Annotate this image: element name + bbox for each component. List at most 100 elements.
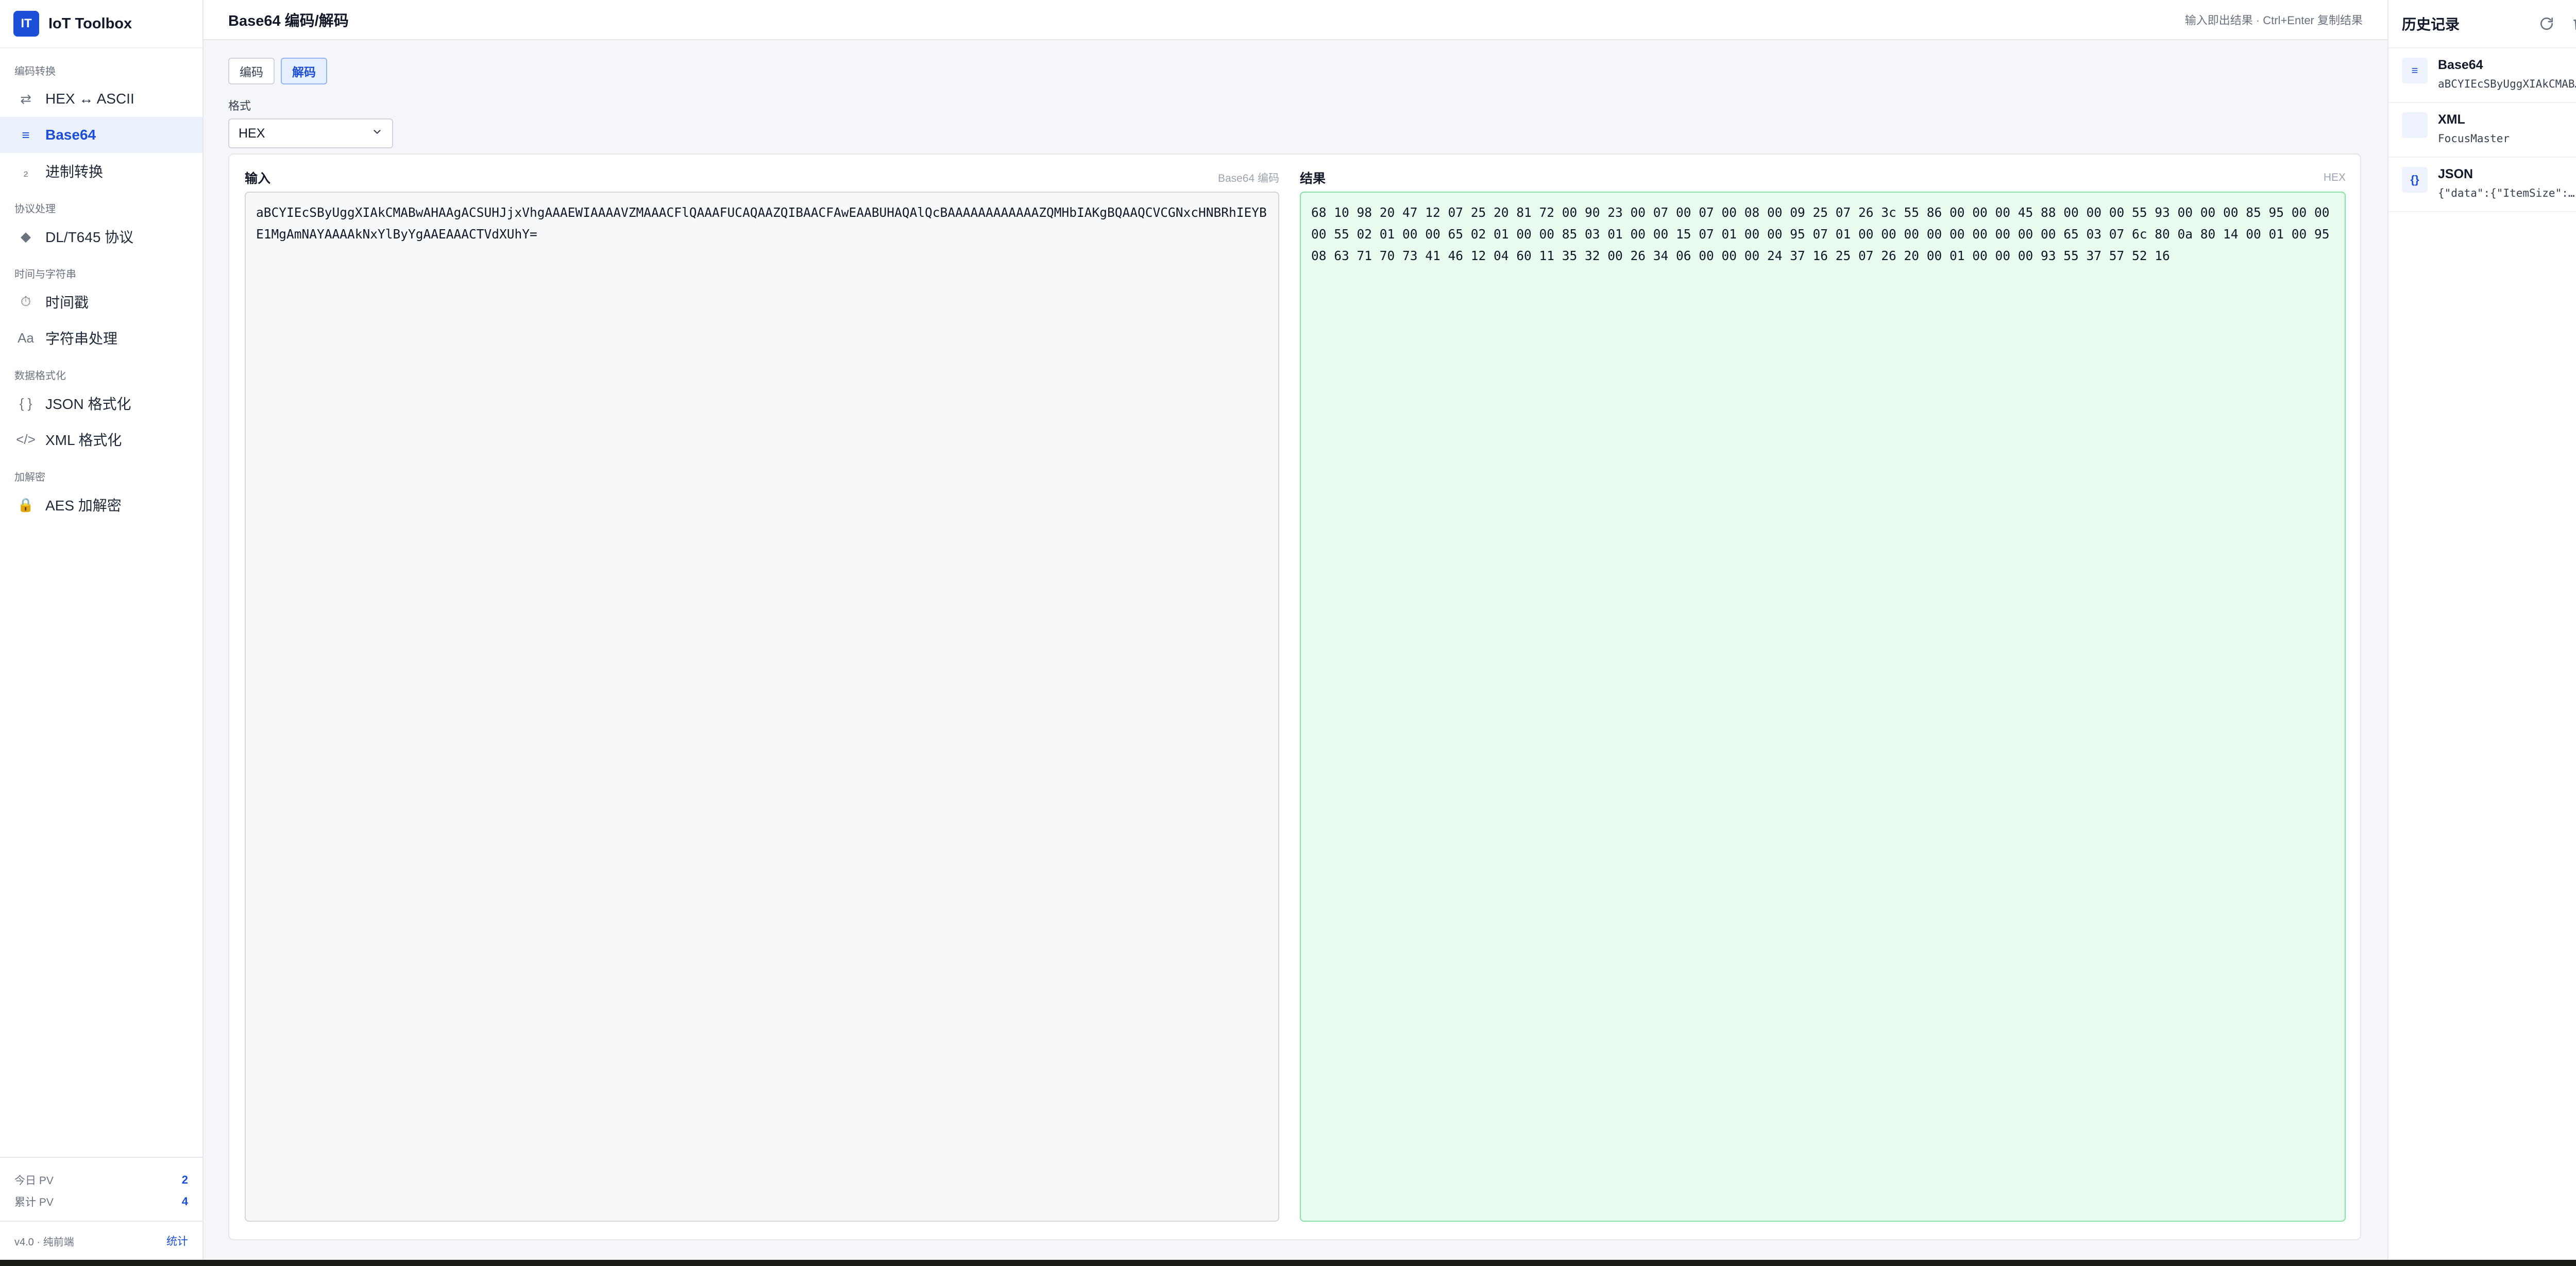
input-column: 输入 Base64 编码 aBCYIEcSByUggXIAkCMABwAHAAg… xyxy=(245,169,1279,1222)
history-item-type: JSON xyxy=(2438,167,2473,181)
sidebar-item-label: XML 格式化 xyxy=(45,432,122,448)
history-header: 历史记录 xyxy=(2388,0,2576,48)
history-item-row2: aBCYIEcSByUggXIAkCMAB… 172 B xyxy=(2438,78,2576,91)
sidebar-item[interactable]: { } JSON 格式化 xyxy=(0,385,202,421)
stat-today-label: 今日 PV xyxy=(14,1175,54,1187)
history-item-preview: FocusMaster xyxy=(2438,132,2510,145)
history-item-row2: FocusMaster 2.3 KB xyxy=(2438,132,2576,145)
output-tag: HEX xyxy=(2323,172,2346,183)
sidebar-item[interactable]: ≡ Base64 xyxy=(0,117,202,153)
brand[interactable]: IT IoT Toolbox xyxy=(0,0,202,48)
history-item[interactable]: {} JSON 4 分钟前 {"data":{"ItemSize":… 22.1… xyxy=(2388,158,2576,212)
nav-group-title: 数据格式化 xyxy=(14,370,66,382)
history-item-type: Base64 xyxy=(2438,58,2483,72)
swap-icon: ⇄ xyxy=(20,91,31,107)
sidebar-item[interactable]: ◆ DL/T645 协议 xyxy=(0,218,202,254)
xml-icon: </> xyxy=(16,431,36,447)
page-title: Base64 编码/解码 xyxy=(228,13,349,29)
history-item-body: JSON 4 分钟前 {"data":{"ItemSize":… 22.1 KB xyxy=(2438,167,2576,211)
history-actions xyxy=(2537,14,2576,33)
format-label: 格式 xyxy=(228,99,251,112)
sidebar-item-label: 进制转换 xyxy=(45,164,104,180)
history-item-preview-wrap: FocusMaster xyxy=(2438,132,2510,145)
version-row: v4.0 · 纯前端 统计 xyxy=(0,1221,202,1260)
brand-logo: IT xyxy=(13,11,39,37)
sidebar-item[interactable]: ₂ 进制转换 xyxy=(0,153,202,189)
sidebar: IT IoT Toolbox 编码转换 ⇄ HEX ↔ ASCII ≡ Base64 ₂ 进… xyxy=(0,0,204,1260)
history-item-row2: {"data":{"ItemSize":… 22.1 KB xyxy=(2438,187,2576,200)
clock-icon: ⏱ xyxy=(20,294,31,309)
topbar: Base64 编码/解码 输入即出结果 · Ctrl+Enter 复制结果 xyxy=(204,0,2387,40)
radix-icon: ₂ xyxy=(23,163,29,179)
history-item-body: XML 1 分钟前 FocusMaster 2.3 KB xyxy=(2438,112,2576,157)
history-item-body: Base64 刚刚 aBCYIEcSByUggXIAkCMAB… 172 B xyxy=(2438,58,2576,102)
input-title: 输入 xyxy=(245,172,271,186)
output-header: 结果 HEX xyxy=(1300,169,2346,186)
io-panel: 输入 Base64 编码 aBCYIEcSByUggXIAkCMABwAHAAg… xyxy=(228,153,2361,1240)
history-item-row1: JSON 4 分钟前 xyxy=(2438,167,2576,182)
content: 编码 解码 格式 HEX xyxy=(204,40,2387,148)
version-text: v4.0 · 纯前端 xyxy=(14,1236,74,1248)
history-item-preview: aBCYIEcSByUggXIAkCMAB… xyxy=(2438,78,2576,90)
base64-icon: ≡ xyxy=(22,127,30,143)
history-item-preview: {"data":{"ItemSize":… xyxy=(2438,187,2575,199)
bottom-edge xyxy=(0,1260,2576,1266)
stat-today-value: 2 xyxy=(181,1173,188,1186)
sidebar-item-label: DL/T645 协议 xyxy=(45,229,134,245)
tab-decode[interactable]: 解码 xyxy=(281,58,327,84)
history-panel: 历史记录 ≡ Base64 刚刚 aBCYIEc xyxy=(2387,0,2576,1260)
output-title: 结果 xyxy=(1300,172,1326,186)
sidebar-item-label: JSON 格式化 xyxy=(45,396,131,412)
sidebar-item[interactable]: ⇄ HEX ↔ ASCII xyxy=(0,81,202,117)
protocol-icon: ◆ xyxy=(21,228,31,244)
shortcut-hint: 输入即出结果 · Ctrl+Enter 复制结果 xyxy=(2184,14,2363,27)
refresh-icon[interactable] xyxy=(2537,14,2556,33)
input-textarea[interactable]: aBCYIEcSByUggXIAkCMABwAHAAgACSUHJjxVhgAA… xyxy=(245,192,1279,1222)
history-list: ≡ Base64 刚刚 aBCYIEcSByUggXIAkCMAB… 172 B… xyxy=(2388,48,2576,212)
sidebar-item-label: Base64 xyxy=(45,127,96,143)
stat-total-label: 累计 PV xyxy=(14,1196,54,1208)
input-tag: Base64 编码 xyxy=(1217,173,1279,184)
sidebar-item-label: AES 加解密 xyxy=(45,498,122,514)
xml-icon xyxy=(2402,112,2428,138)
sidebar-item-label: HEX ↔ ASCII xyxy=(45,91,134,107)
output-column: 结果 HEX 68 10 98 20 47 12 07 25 20 81 72 … xyxy=(1300,169,2346,1222)
sidebar-item[interactable]: 🔒 AES 加解密 xyxy=(0,487,202,523)
history-item-preview-wrap: aBCYIEcSByUggXIAkCMAB… xyxy=(2438,78,2576,90)
nav-group-title: 协议处理 xyxy=(14,203,56,215)
nav-group-title: 时间与字符串 xyxy=(14,269,76,280)
stat-total-value: 4 xyxy=(181,1195,188,1208)
trash-icon[interactable] xyxy=(2570,14,2576,33)
sidebar-nav: 编码转换 ⇄ HEX ↔ ASCII ≡ Base64 ₂ 进制转换 协议处理 ◆ DL/T645… xyxy=(0,63,202,523)
history-item-row1: XML 1 分钟前 xyxy=(2438,112,2576,127)
output-textarea[interactable]: 68 10 98 20 47 12 07 25 20 81 72 00 90 2… xyxy=(1300,192,2346,1222)
format-select[interactable]: HEX xyxy=(228,118,393,148)
lock-icon: 🔒 xyxy=(17,497,35,512)
sidebar-item-label: 字符串处理 xyxy=(45,331,118,347)
format-selected-value: HEX xyxy=(239,126,265,141)
sidebar-item[interactable]: </> XML 格式化 xyxy=(0,421,202,457)
sidebar-footer: 今日 PV 2 累计 PV 4 v4.0 · 纯前端 统计 xyxy=(0,1157,202,1260)
sidebar-item[interactable]: ⏱ 时间戳 xyxy=(0,284,202,320)
sidebar-item-label: 时间戳 xyxy=(45,295,89,311)
history-item[interactable]: XML 1 分钟前 FocusMaster 2.3 KB xyxy=(2388,103,2576,158)
history-item[interactable]: ≡ Base64 刚刚 aBCYIEcSByUggXIAkCMAB… 172 B xyxy=(2388,48,2576,103)
history-item-type: XML xyxy=(2438,112,2465,127)
tab-encode[interactable]: 编码 xyxy=(228,58,275,84)
stats-link[interactable]: 统计 xyxy=(166,1233,188,1248)
history-item-preview-wrap: {"data":{"ItemSize":… xyxy=(2438,187,2575,199)
json-icon: { } xyxy=(19,395,32,411)
chevron-down-icon xyxy=(371,126,383,141)
base64-icon: ≡ xyxy=(2402,58,2428,83)
nav-group-title: 加解密 xyxy=(14,472,45,483)
mode-tabs: 编码 解码 xyxy=(228,58,2363,84)
stat-today: 今日 PV 2 xyxy=(14,1169,188,1191)
pv-stats: 今日 PV 2 累计 PV 4 xyxy=(0,1157,202,1221)
app-root: IT IoT Toolbox 编码转换 ⇄ HEX ↔ ASCII ≡ Base64 ₂ 进… xyxy=(0,0,2576,1260)
json-icon: {} xyxy=(2402,167,2428,193)
stat-total: 累计 PV 4 xyxy=(14,1191,188,1212)
history-item-row1: Base64 刚刚 xyxy=(2438,58,2576,73)
sidebar-item[interactable]: Aa 字符串处理 xyxy=(0,320,202,356)
history-title: 历史记录 xyxy=(2402,16,2460,32)
brand-name: IoT Toolbox xyxy=(48,15,132,32)
